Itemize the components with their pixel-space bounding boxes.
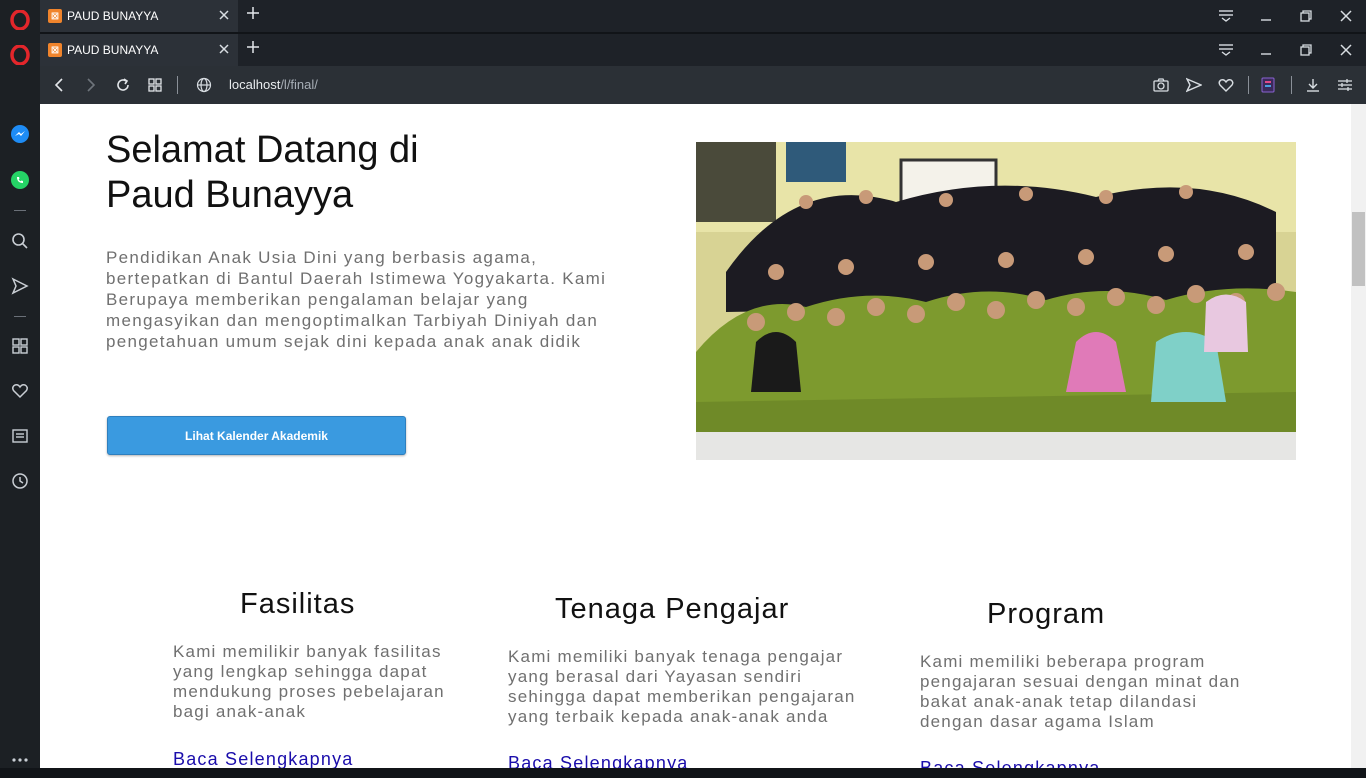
feature-title: Fasilitas: [240, 588, 356, 620]
toolbar-divider: [1248, 76, 1249, 94]
toolbar-divider: [1291, 76, 1292, 94]
more-icon[interactable]: [0, 742, 40, 778]
messenger-icon[interactable]: [0, 116, 40, 152]
page-scrollbar[interactable]: [1351, 104, 1366, 768]
heart-icon[interactable]: [0, 373, 40, 409]
minimize-icon[interactable]: [1246, 34, 1286, 66]
feature-text: Kami memilikir banyak fasilitas yang len…: [173, 642, 445, 721]
url-field[interactable]: localhost/l/final/: [229, 77, 318, 92]
tabs-grid-icon[interactable]: [145, 75, 165, 95]
web-page: Selamat Datang di Paud Bunayya Pendidikan…: [40, 104, 1351, 768]
xampp-favicon-icon: ⊠: [48, 9, 62, 23]
restore-icon[interactable]: [1286, 34, 1326, 66]
hero-title: Selamat Datang di Paud Bunayya: [106, 128, 419, 218]
read-more-link[interactable]: Baca Selengkapnya: [920, 758, 1101, 768]
forward-icon[interactable]: [81, 75, 101, 95]
send-to-flow-icon[interactable]: [1184, 75, 1204, 95]
scrollbar-thumb[interactable]: [1352, 212, 1365, 286]
read-more-link[interactable]: Baca Selengkapnya: [173, 749, 354, 768]
tab-title: PAUD BUNAYYA: [67, 43, 159, 57]
hero-title-line2: Paud Bunayya: [106, 174, 354, 216]
url-host: localhost: [229, 77, 281, 92]
minimize-icon[interactable]: [1246, 0, 1286, 32]
browser-tab[interactable]: ⊠ PAUD BUNAYYA: [40, 0, 238, 32]
xampp-favicon-icon: ⊠: [48, 43, 62, 57]
extension-icon[interactable]: [1258, 75, 1278, 95]
news-icon[interactable]: [0, 418, 40, 454]
back-icon[interactable]: [49, 75, 69, 95]
globe-icon: [194, 75, 214, 95]
restore-icon[interactable]: [1286, 0, 1326, 32]
opera-logo-icon-2[interactable]: [0, 37, 40, 73]
snapshot-icon[interactable]: [1151, 75, 1171, 95]
toolbar-divider: [177, 76, 178, 94]
url-path: /l/final/: [280, 77, 318, 92]
download-icon[interactable]: [1303, 75, 1323, 95]
sidebar-divider: [14, 210, 26, 211]
speed-dial-icon[interactable]: [0, 328, 40, 364]
browser-sidebar: [0, 0, 40, 768]
tab-menu-icon[interactable]: [1206, 0, 1246, 32]
tab-bar: ⊠ PAUD BUNAYYA: [40, 0, 1366, 32]
feature-title: Tenaga Pengajar: [555, 593, 790, 625]
bookmark-heart-icon[interactable]: [1216, 75, 1236, 95]
hero-title-line1: Selamat Datang di: [106, 129, 419, 171]
tab-bar-active: ⊠ PAUD BUNAYYA: [40, 34, 1366, 66]
academic-calendar-button[interactable]: Lihat Kalender Akademik: [107, 416, 406, 455]
tab-menu-icon[interactable]: [1206, 34, 1246, 66]
feature-text: Kami memiliki banyak tenaga pengajar yan…: [508, 647, 856, 726]
close-window-icon[interactable]: [1326, 34, 1366, 66]
opera-logo-icon[interactable]: [0, 2, 40, 38]
whatsapp-icon[interactable]: [0, 162, 40, 198]
feature-text: Kami memiliki beberapa program pengajara…: [920, 652, 1241, 731]
sidebar-divider: [14, 316, 26, 317]
new-tab-icon[interactable]: [246, 6, 260, 25]
students-group-photo: [696, 142, 1296, 460]
history-icon[interactable]: [0, 463, 40, 499]
close-tab-icon[interactable]: [218, 43, 230, 58]
browser-tab-active[interactable]: ⊠ PAUD BUNAYYA: [40, 34, 238, 66]
read-more-link[interactable]: Baca Selengkapnya: [508, 753, 689, 768]
new-tab-icon[interactable]: [246, 40, 260, 59]
hero-description: Pendidikan Anak Usia Dini yang berbasis …: [106, 248, 607, 351]
close-window-icon[interactable]: [1326, 0, 1366, 32]
reload-icon[interactable]: [113, 75, 133, 95]
close-tab-icon[interactable]: [218, 9, 230, 24]
search-icon[interactable]: [0, 223, 40, 259]
tab-title: PAUD BUNAYYA: [67, 9, 159, 23]
send-icon[interactable]: [0, 268, 40, 304]
feature-title: Program: [987, 598, 1106, 630]
easy-setup-icon[interactable]: [1335, 75, 1355, 95]
address-bar: localhost/l/final/: [40, 66, 1366, 104]
